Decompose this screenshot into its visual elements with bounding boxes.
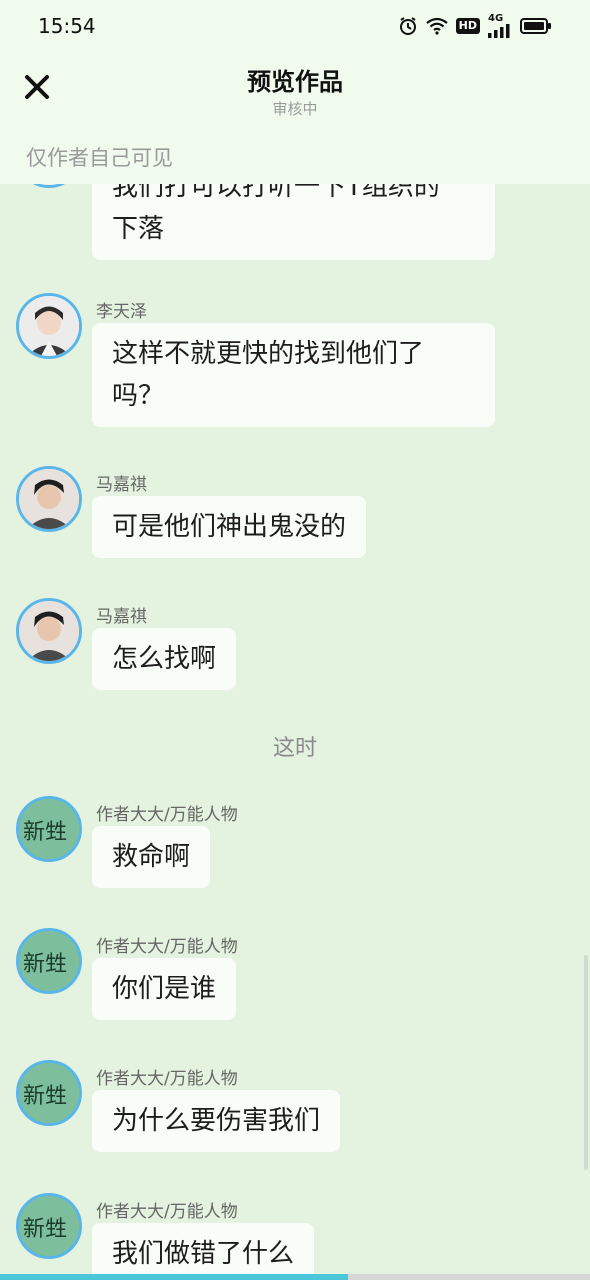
wifi-icon — [425, 17, 448, 35]
message-bubble[interactable]: 可是他们神出鬼没的 — [92, 496, 367, 558]
reading-progress-fill — [0, 1274, 349, 1280]
status-time: 15:54 — [38, 14, 96, 38]
sender-name: 作者大大/万能人物 — [96, 937, 238, 957]
status-icons: HD 4G — [398, 14, 552, 38]
message-text-line: 这样不就更快的找到他们了 — [112, 339, 425, 369]
system-narration: 这时 — [272, 736, 317, 761]
message-text: 可是他们神出鬼没的 — [112, 512, 347, 542]
avatar-text: 新甡 — [23, 820, 67, 845]
status-bar: 15:54 HD 4G — [0, 0, 590, 52]
message-bubble[interactable]: 这样不就更快的找到他们了 吗？ — [92, 323, 495, 427]
hd-icon: HD — [455, 18, 480, 34]
review-status: 审核中 — [272, 100, 318, 118]
page-title: 预览作品 — [247, 68, 343, 96]
message-text-line: 下落 — [112, 214, 165, 244]
avatar-text: 新甡 — [23, 952, 67, 977]
alarm-icon — [398, 16, 418, 36]
avatar[interactable] — [16, 466, 82, 532]
message-bubble[interactable]: 救命啊 — [92, 826, 211, 888]
avatar[interactable]: 新甡 — [16, 796, 82, 862]
message-bubble[interactable]: 你们是谁 — [92, 958, 237, 1020]
sender-name: 作者大大/万能人物 — [96, 1202, 238, 1222]
avatar[interactable] — [16, 598, 82, 664]
message-text-line: 吗？ — [112, 381, 165, 411]
scrollbar[interactable] — [584, 955, 588, 1170]
visibility-note: 仅作者自己可见 — [26, 146, 173, 170]
message-bubble[interactable]: 怎么找啊 — [92, 628, 237, 690]
message-text: 怎么找啊 — [112, 644, 217, 674]
message-text: 你们是谁 — [112, 974, 217, 1004]
header: 预览作品 审核中 仅作者自己可见 — [0, 52, 590, 184]
avatar-text: 新甡 — [23, 1084, 67, 1109]
network-type: 4G — [488, 13, 504, 24]
battery-icon — [520, 17, 552, 35]
avatar[interactable]: 新甡 — [16, 928, 82, 994]
signal-icon: 4G — [488, 14, 512, 38]
avatar[interactable]: 新甡 — [16, 1193, 82, 1259]
sender-name: 作者大大/万能人物 — [96, 805, 238, 825]
avatar[interactable] — [16, 293, 82, 359]
reading-progress-bar — [0, 1274, 590, 1280]
message-text: 救命啊 — [112, 842, 191, 872]
sender-name: 马嘉祺 — [96, 607, 147, 627]
message-bubble[interactable]: 我们做错了什么 — [92, 1223, 315, 1280]
sender-name: 马嘉祺 — [96, 475, 147, 495]
avatar-text: 新甡 — [23, 1217, 67, 1242]
avatar[interactable]: 新甡 — [16, 1060, 82, 1126]
chat-list: 我们打可以打听一下T组织的 下落 李天泽 这样不就更快的找到他们了 吗？ 马嘉祺… — [0, 0, 590, 1280]
message-text: 为什么要伤害我们 — [112, 1106, 321, 1136]
message-bubble[interactable]: 为什么要伤害我们 — [92, 1090, 341, 1152]
message-text: 我们做错了什么 — [112, 1239, 295, 1269]
sender-name: 作者大大/万能人物 — [96, 1069, 238, 1089]
sender-name: 李天泽 — [96, 302, 147, 322]
